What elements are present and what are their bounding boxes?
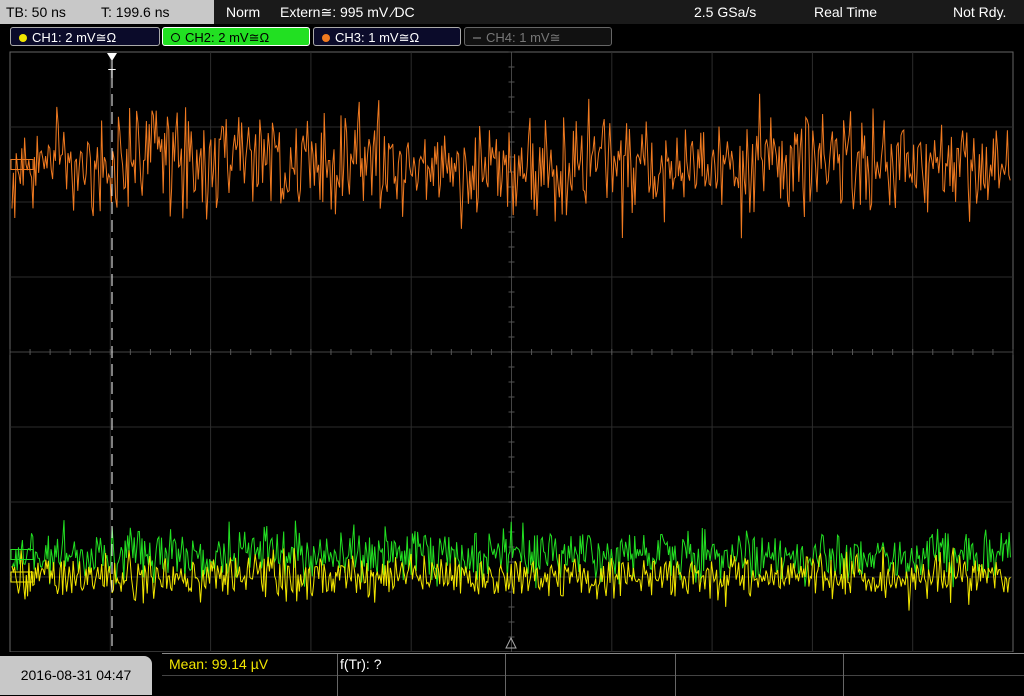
status-bar: TB: 50 ns T: 199.6 ns Norm Extern≅: 995 … [0, 0, 1024, 24]
sample-rate-label: 2.5 GSa/s [694, 4, 757, 20]
channel-3-label: CH3: 1 mV≅Ω [335, 30, 420, 45]
channel-2-label: CH2: 2 mV≅Ω [185, 30, 270, 45]
measurement-panel: Mean: 99.14 µV f(Tr): ? [162, 653, 1024, 696]
channel-3-dot-icon [322, 33, 330, 42]
channel-4-button[interactable]: CH4: 1 mV≅ [464, 27, 612, 46]
timebase-label: TB: 50 ns [6, 4, 66, 20]
datetime-label: 2016-08-31 04:47 [20, 667, 132, 683]
trigger-time-label: T: 199.6 ns [101, 4, 170, 20]
measurement-mean[interactable]: Mean: 99.14 µV [169, 656, 268, 672]
waveform-display[interactable]: T [0, 48, 1024, 652]
measurement-row-divider [162, 675, 1024, 676]
timebase-panel[interactable]: TB: 50 ns T: 199.6 ns [0, 0, 214, 24]
measurement-frequency[interactable]: f(Tr): ? [340, 656, 381, 672]
channel-3-button[interactable]: CH3: 1 mV≅Ω [313, 27, 461, 46]
channel-4-label: CH4: 1 mV≅ [486, 30, 561, 45]
channel-1-dot-icon [19, 33, 27, 42]
channel-2-button[interactable]: CH2: 2 mV≅Ω [162, 27, 310, 46]
channel-4-dash-icon [473, 36, 481, 39]
datetime-display: 2016-08-31 04:47 [0, 656, 152, 695]
channel-1-button[interactable]: CH1: 2 mV≅Ω [10, 27, 160, 46]
channel-2-dot-icon [171, 33, 180, 43]
acquisition-state-label: Not Rdy. [953, 4, 1007, 20]
measurement-col-divider [505, 654, 506, 696]
measurement-col-divider [843, 654, 844, 696]
trigger-source-label[interactable]: Extern≅: 995 mV ∕DC [280, 0, 415, 24]
measurement-col-divider [337, 654, 338, 696]
acquisition-mode-label: Real Time [814, 4, 878, 20]
measurement-col-divider [675, 654, 676, 696]
trigger-mode-label[interactable]: Norm [226, 0, 260, 24]
channel-1-label: CH1: 2 mV≅Ω [32, 30, 117, 45]
trigger-marker-label: T [108, 66, 116, 81]
